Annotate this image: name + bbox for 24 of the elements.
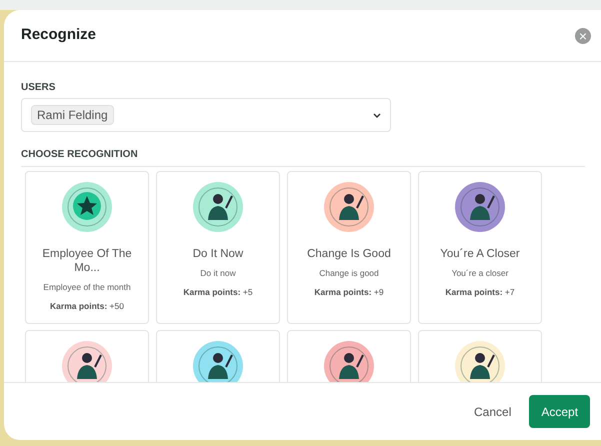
dialog-title: Recognize: [21, 25, 96, 46]
recognition-card[interactable]: Employee Of The Mo... Employee of the month Karma points: +50: [25, 171, 149, 324]
card-title: Do It Now: [192, 247, 244, 261]
accept-button[interactable]: Accept: [529, 395, 590, 428]
karma-points: Karma points: +7: [445, 286, 515, 298]
karma-points: Karma points: +5: [183, 286, 253, 298]
recognition-card[interactable]: Change Is Good Change is good Karma points: +9: [287, 171, 411, 324]
field-label: USERS: [21, 81, 56, 95]
card-subtitle: Employee of the month: [43, 281, 131, 294]
recognition-card[interactable]: Do It Now Do it now Karma points: +5: [156, 171, 280, 324]
cancel-button[interactable]: Cancel: [474, 395, 512, 428]
card-subtitle: Do it now: [200, 267, 236, 280]
chevron-down-icon: [373, 112, 381, 118]
card-title: You´re A Closer: [439, 247, 521, 261]
karma-points: Karma points: +50: [50, 300, 124, 312]
recognition-card[interactable]: You´re A Closer You´re a closer Karma points: +7: [418, 171, 542, 324]
karma-points: Karma points: +9: [314, 286, 384, 298]
section-label: CHOOSE RECOGNITION: [21, 147, 585, 167]
card-title: Employee Of The Mo...: [41, 247, 133, 275]
user-chip: Rami Felding: [31, 105, 114, 125]
card-subtitle: You´re a closer: [452, 267, 508, 280]
card-subtitle: Change is good: [319, 267, 379, 280]
users-select[interactable]: Rami Felding: [21, 98, 391, 132]
card-title: Change Is Good: [306, 247, 392, 261]
